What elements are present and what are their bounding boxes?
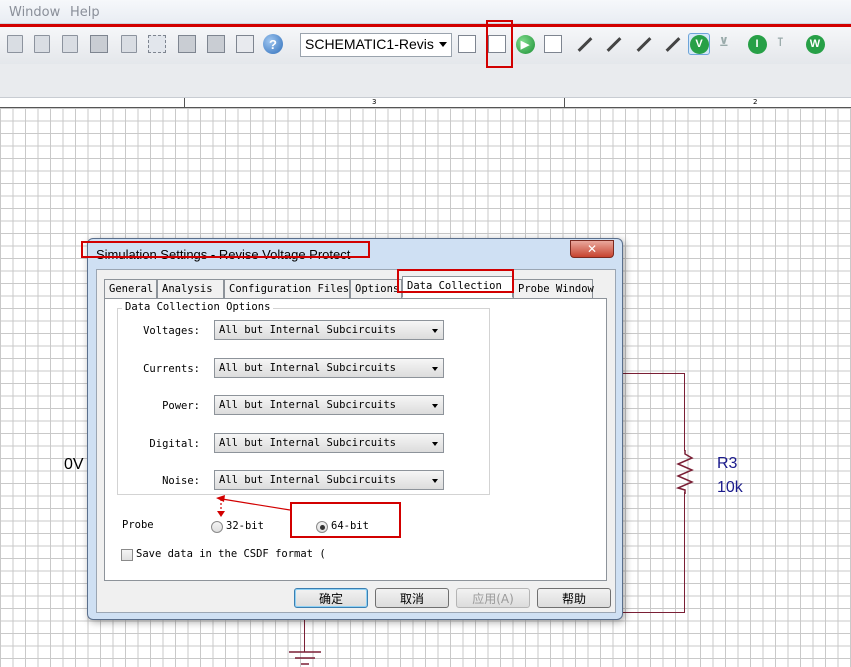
toolbar-band <box>0 64 851 98</box>
chevron-down-icon <box>439 42 447 47</box>
highlight-data-collection-tab <box>397 269 514 293</box>
chevron-down-icon <box>432 329 438 333</box>
view-results-icon[interactable] <box>542 33 564 55</box>
current-marker-icon[interactable] <box>601 33 623 55</box>
part-icon[interactable] <box>176 33 198 55</box>
wire[interactable] <box>621 612 685 613</box>
ruler-tick: 2 <box>753 98 758 106</box>
power-value: All but Internal Subcircuits <box>219 399 397 411</box>
ruler-tick: 3 <box>372 98 377 106</box>
highlight-64bit-option <box>290 502 401 538</box>
bias-voltage-icon[interactable]: V <box>688 33 710 55</box>
wire[interactable] <box>684 373 685 451</box>
net-label-0v[interactable]: 0V <box>64 456 84 474</box>
chevron-down-icon <box>432 404 438 408</box>
new-page-icon[interactable] <box>4 33 26 55</box>
noise-label: Noise: <box>162 475 200 487</box>
ground-symbol[interactable] <box>285 650 325 667</box>
document-icon[interactable] <box>59 33 81 55</box>
highlight-settings-button <box>486 20 513 68</box>
help-icon[interactable]: ? <box>262 33 284 55</box>
voltages-label: Voltages: <box>143 325 200 337</box>
run-icon[interactable]: ▶ <box>514 33 536 55</box>
hierarchy-icon[interactable] <box>234 33 256 55</box>
voltages-dropdown[interactable]: All but Internal Subcircuits <box>214 320 444 340</box>
simulation-profile-select[interactable]: SCHEMATIC1-Revis <box>300 33 452 57</box>
probe-32bit-label[interactable]: 32-bit <box>226 520 264 532</box>
chevron-down-icon <box>432 442 438 446</box>
menu-help[interactable]: Help <box>70 5 100 20</box>
help-button[interactable]: 帮助 <box>537 588 611 608</box>
tab-configuration-files[interactable]: Configuration Files <box>224 279 350 298</box>
voltage-marker-icon[interactable] <box>572 33 594 55</box>
digital-label: Digital: <box>149 438 200 450</box>
ok-button[interactable]: 确定 <box>294 588 368 608</box>
voltages-value: All but Internal Subcircuits <box>219 324 397 336</box>
simulation-profile-value: SCHEMATIC1-Revis <box>305 36 434 52</box>
bias-voltage-toggle-icon[interactable]: ⊻ <box>717 33 739 55</box>
group-title: Data Collection Options <box>122 301 274 313</box>
cancel-button[interactable]: 取消 <box>375 588 449 608</box>
simulation-settings-dialog: Simulation Settings - Revise Voltage Pro… <box>87 238 623 620</box>
ruler: 3 2 <box>0 98 851 108</box>
select-area-icon[interactable] <box>146 33 168 55</box>
diff-marker-icon[interactable] <box>660 33 682 55</box>
bias-current-icon[interactable]: I <box>746 33 768 55</box>
wire[interactable] <box>684 492 685 613</box>
probe-label: Probe <box>122 519 154 531</box>
power-dropdown[interactable]: All but Internal Subcircuits <box>214 395 444 415</box>
tab-probe-window[interactable]: Probe Window <box>513 279 594 298</box>
tab-general[interactable]: General <box>104 279 157 298</box>
resistor-symbol[interactable] <box>674 450 696 494</box>
noise-value: All but Internal Subcircuits <box>219 474 397 486</box>
apply-button[interactable]: 应用(A) <box>456 588 530 608</box>
currents-dropdown[interactable]: All but Internal Subcircuits <box>214 358 444 378</box>
power-marker-icon[interactable] <box>631 33 653 55</box>
resistor-value[interactable]: 10k <box>717 479 743 497</box>
highlight-dialog-title <box>81 241 370 258</box>
zoom-area-icon[interactable] <box>205 33 227 55</box>
csdf-checkbox[interactable] <box>121 549 133 561</box>
open-page-icon[interactable] <box>31 33 53 55</box>
tab-analysis[interactable]: Analysis <box>157 279 224 298</box>
currents-value: All but Internal Subcircuits <box>219 362 397 374</box>
library-icon[interactable] <box>88 33 110 55</box>
close-button[interactable]: ✕ <box>570 240 614 258</box>
menu-window[interactable]: Window <box>9 5 60 20</box>
chevron-down-icon <box>432 479 438 483</box>
probe-32bit-radio[interactable] <box>211 521 223 533</box>
menu-bar: Window Help <box>0 0 851 24</box>
dialog-body: General Analysis Configuration Files Opt… <box>96 269 616 613</box>
bias-current-toggle-icon[interactable]: ⊺ <box>775 33 797 55</box>
report-icon[interactable] <box>118 33 140 55</box>
highlight-toolbar-line <box>0 24 851 27</box>
resistor-name[interactable]: R3 <box>717 455 737 473</box>
tab-options[interactable]: Options <box>350 279 402 298</box>
bias-power-icon[interactable]: W <box>804 33 826 55</box>
noise-dropdown[interactable]: All but Internal Subcircuits <box>214 470 444 490</box>
wire[interactable] <box>621 373 684 374</box>
wire[interactable] <box>304 620 305 652</box>
digital-value: All but Internal Subcircuits <box>219 437 397 449</box>
digital-dropdown[interactable]: All but Internal Subcircuits <box>214 433 444 453</box>
ruler-divider <box>564 98 565 107</box>
chevron-down-icon <box>432 367 438 371</box>
ruler-divider <box>184 98 185 107</box>
new-simulation-profile-icon[interactable] <box>456 33 478 55</box>
currents-label: Currents: <box>143 363 200 375</box>
close-icon: ✕ <box>586 242 598 256</box>
annotation-arrow <box>216 495 291 517</box>
power-label: Power: <box>162 400 200 412</box>
csdf-checkbox-label[interactable]: Save data in the CSDF format ( <box>136 548 326 560</box>
